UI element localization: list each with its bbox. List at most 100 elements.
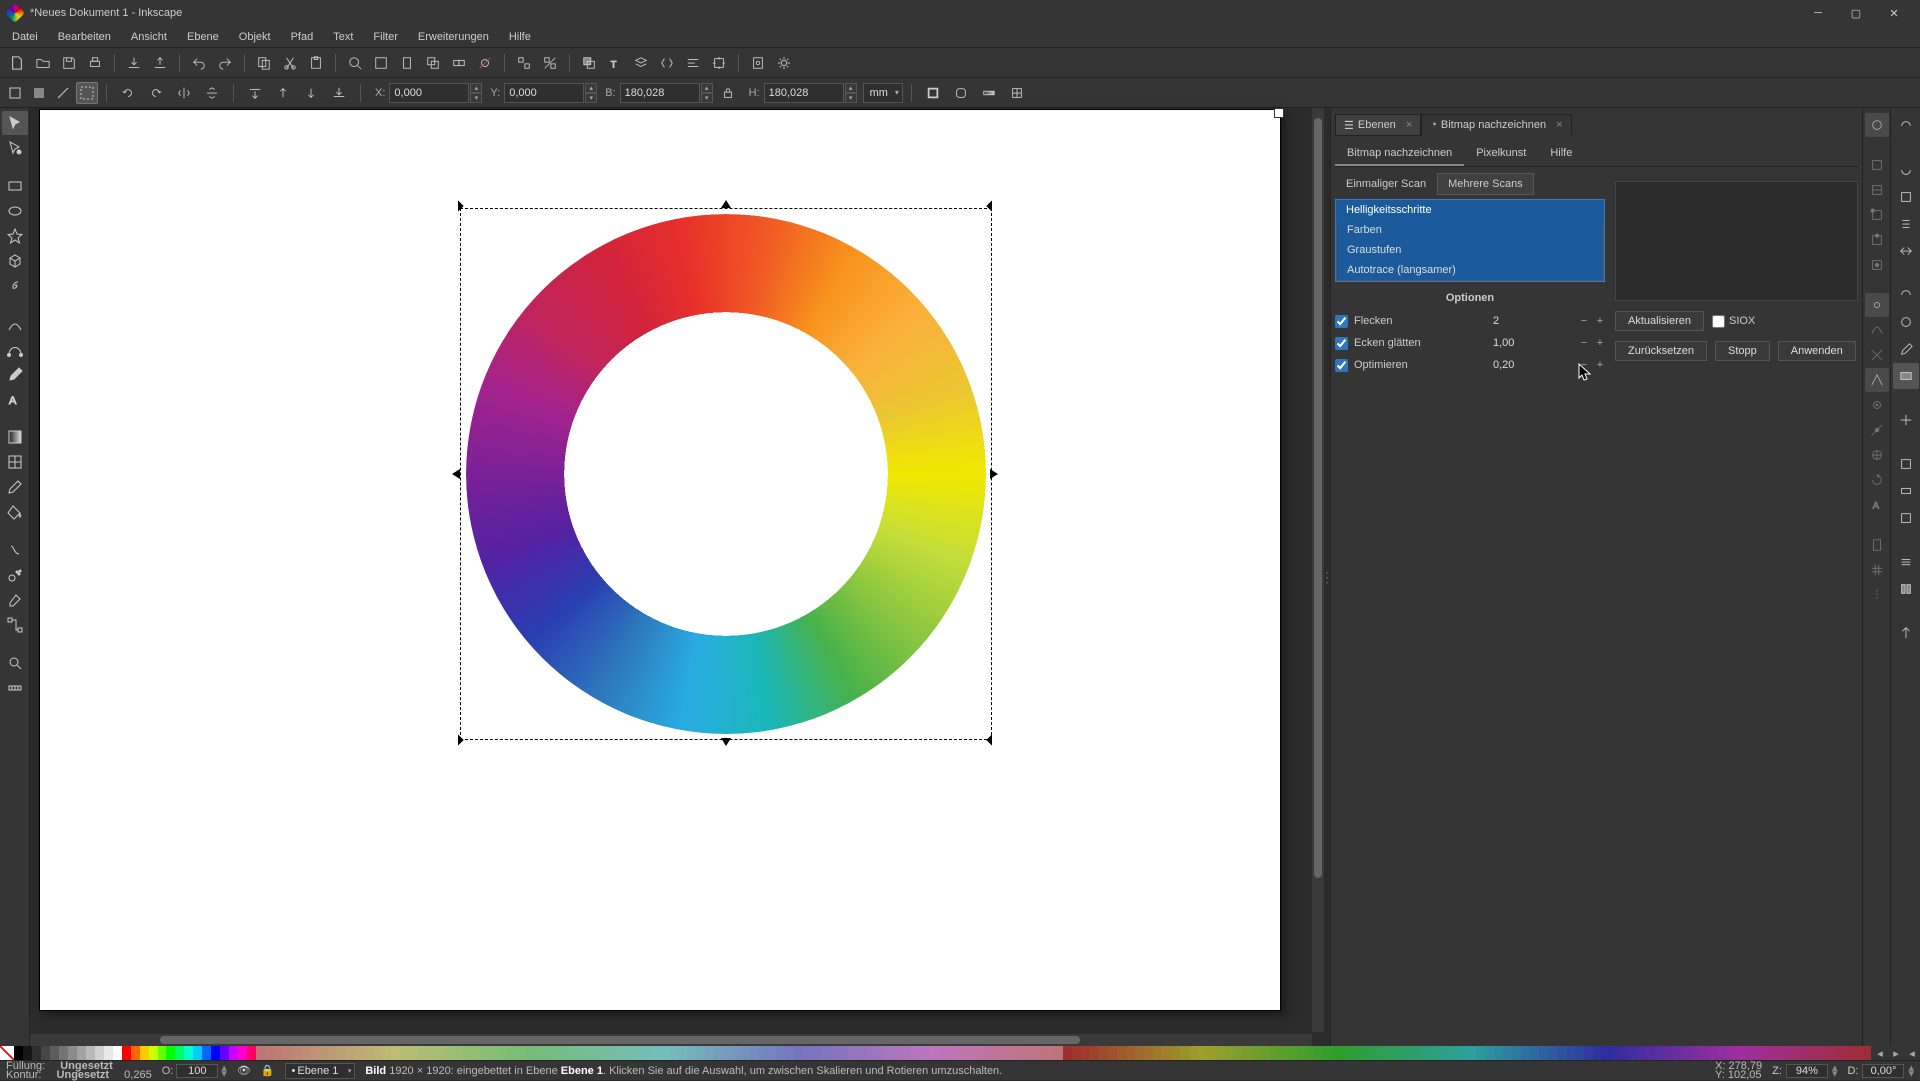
swatch[interactable] [265, 1046, 274, 1060]
swatch[interactable] [149, 1046, 158, 1060]
swatch[interactable] [1691, 1046, 1700, 1060]
swatch[interactable] [445, 1046, 454, 1060]
swatch[interactable] [1601, 1046, 1610, 1060]
scan-multi[interactable]: Mehrere Scans [1437, 173, 1534, 195]
swatch[interactable] [624, 1046, 633, 1060]
canvas-page[interactable] [40, 110, 1280, 1010]
inc-smooth[interactable]: + [1595, 337, 1605, 349]
status-rotation-input[interactable]: 0,00° [1862, 1064, 1904, 1078]
sel-handle-s[interactable] [721, 738, 731, 748]
h-input[interactable]: 180,028 [764, 83, 844, 103]
print-button[interactable] [83, 51, 107, 75]
swatch[interactable] [1862, 1046, 1871, 1060]
swatch[interactable] [59, 1046, 68, 1060]
dockicon-1[interactable] [1893, 113, 1919, 139]
selmode-2-toggle[interactable] [28, 82, 50, 104]
clone-button[interactable] [447, 51, 471, 75]
trace-mode-dropdown[interactable]: Helligkeitsschritte Farben Graustufen Au… [1335, 199, 1605, 282]
visibility-icon[interactable]: 👁 [237, 1064, 251, 1077]
zoom-sel-button[interactable] [343, 51, 367, 75]
dropdown-item-autotrace[interactable]: Autotrace (langsamer) [1337, 260, 1603, 280]
swatch[interactable] [184, 1046, 193, 1060]
affect-gradient-toggle[interactable] [977, 81, 1001, 105]
swatch[interactable] [166, 1046, 175, 1060]
tweak-tool[interactable] [2, 538, 28, 562]
zoom-draw-button[interactable] [369, 51, 393, 75]
menu-object[interactable]: Objekt [229, 26, 281, 47]
sel-handle-e[interactable] [990, 469, 1000, 479]
zoom-page-button[interactable] [395, 51, 419, 75]
prefs-button[interactable] [772, 51, 796, 75]
swatch[interactable] [1135, 1046, 1144, 1060]
affect-stroke-toggle[interactable] [921, 81, 945, 105]
swatch[interactable] [1566, 1046, 1575, 1060]
swatch[interactable] [310, 1046, 319, 1060]
swatch[interactable] [1081, 1046, 1090, 1060]
swatch[interactable] [1306, 1046, 1315, 1060]
swatch[interactable] [1252, 1046, 1261, 1060]
menu-file[interactable]: Datei [2, 26, 48, 47]
swatch[interactable] [1019, 1046, 1028, 1060]
swatch[interactable] [1359, 1046, 1368, 1060]
swatch[interactable] [247, 1046, 256, 1060]
fillstroke-button[interactable] [577, 51, 601, 75]
chk-speckles[interactable] [1335, 315, 1348, 328]
swatch[interactable] [507, 1046, 516, 1060]
open-button[interactable] [31, 51, 55, 75]
swatch[interactable] [758, 1046, 767, 1060]
swatch[interactable] [830, 1046, 839, 1060]
swatch[interactable] [1817, 1046, 1826, 1060]
val-smooth[interactable]: 1,00 [1493, 337, 1573, 349]
swatch[interactable] [1637, 1046, 1646, 1060]
swatch[interactable] [974, 1046, 983, 1060]
swatch[interactable] [480, 1046, 489, 1060]
swatch[interactable] [229, 1046, 238, 1060]
y-input[interactable]: 0,000 [504, 83, 584, 103]
dockicon-13[interactable] [1893, 505, 1919, 531]
swatch[interactable] [1467, 1046, 1476, 1060]
swatch[interactable] [1808, 1046, 1817, 1060]
snap-grid[interactable] [1865, 558, 1889, 582]
swatch[interactable] [776, 1046, 785, 1060]
raise-button[interactable] [271, 81, 295, 105]
btn-apply[interactable]: Anwenden [1778, 341, 1856, 361]
snap-smooth-node[interactable] [1865, 393, 1889, 417]
swatch[interactable] [705, 1046, 714, 1060]
swatch[interactable] [588, 1046, 597, 1060]
swatch[interactable] [839, 1046, 848, 1060]
inc-speckles[interactable]: + [1595, 315, 1605, 327]
swatch[interactable] [1790, 1046, 1799, 1060]
sel-handle-ne[interactable] [988, 202, 998, 212]
swatch[interactable] [1718, 1046, 1727, 1060]
swatch[interactable] [140, 1046, 149, 1060]
swatch[interactable] [678, 1046, 687, 1060]
flip-h-button[interactable] [172, 81, 196, 105]
group-button[interactable] [512, 51, 536, 75]
swatch[interactable] [1539, 1046, 1548, 1060]
rotate-ccw-button[interactable] [116, 81, 140, 105]
dockicon-3[interactable] [1893, 184, 1919, 210]
swatch[interactable] [992, 1046, 1001, 1060]
swatch[interactable] [794, 1046, 803, 1060]
dockicon-14[interactable] [1893, 549, 1919, 575]
tab-layers-close[interactable]: × [1406, 119, 1412, 131]
swatch[interactable] [1799, 1046, 1808, 1060]
swatch[interactable] [1584, 1046, 1593, 1060]
node-tool[interactable] [2, 136, 28, 160]
dec-smooth[interactable]: − [1579, 337, 1589, 349]
menu-help[interactable]: Hilfe [499, 26, 541, 47]
unit-select[interactable]: mm [863, 83, 903, 103]
dockicon-12[interactable] [1893, 478, 1919, 504]
bezier-tool[interactable] [2, 337, 28, 361]
swatch[interactable] [615, 1046, 624, 1060]
swatch[interactable] [32, 1046, 41, 1060]
swatch[interactable] [453, 1046, 462, 1060]
swatch[interactable] [373, 1046, 382, 1060]
swatch[interactable] [1835, 1046, 1844, 1060]
swatch[interactable] [131, 1046, 140, 1060]
xml-button[interactable] [655, 51, 679, 75]
lower-bottom-button[interactable] [327, 81, 351, 105]
selected-image[interactable] [466, 214, 986, 734]
swatch[interactable] [1036, 1046, 1045, 1060]
swatch[interactable] [50, 1046, 59, 1060]
